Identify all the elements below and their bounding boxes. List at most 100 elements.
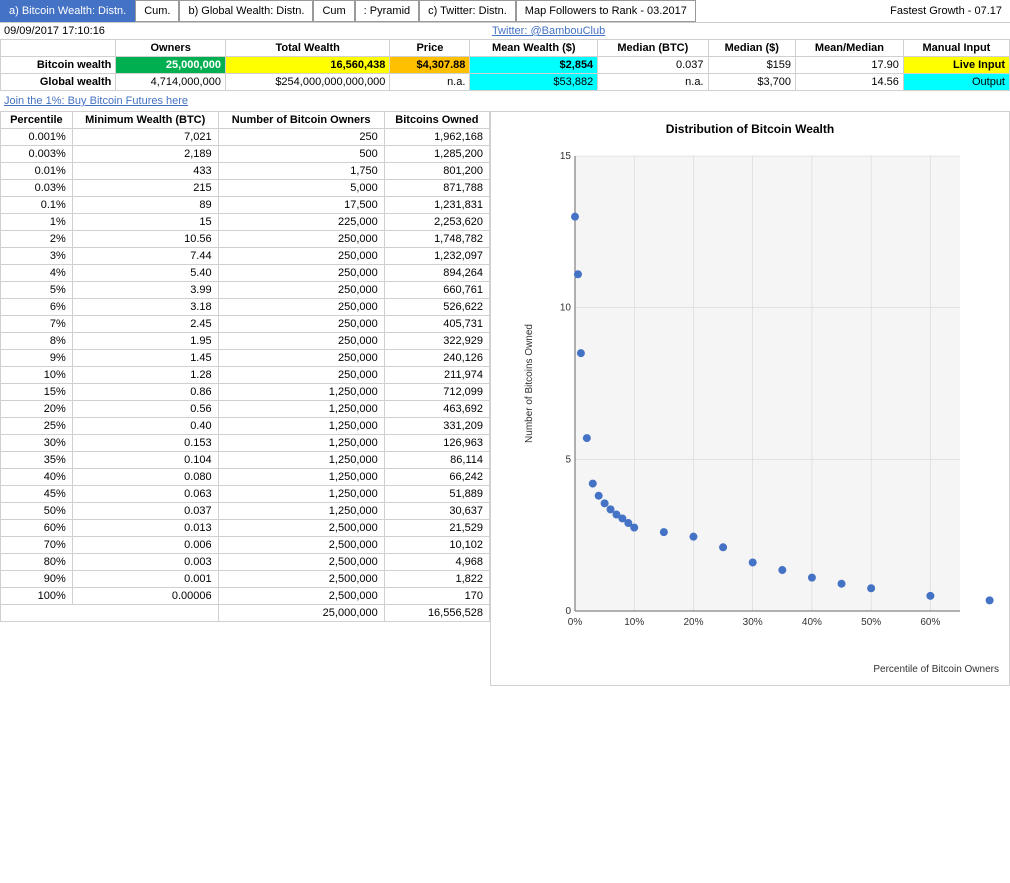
table-row: 6%3.18250,000526,622	[1, 299, 490, 316]
svg-text:15: 15	[560, 151, 572, 162]
chart-data-point	[749, 558, 757, 566]
tab-map[interactable]: Map Followers to Rank - 03.2017	[516, 0, 696, 22]
chart-title: Distribution of Bitcoin Wealth	[501, 122, 999, 136]
data-table: Percentile Minimum Wealth (BTC) Number o…	[0, 111, 490, 622]
chart-wrapper: Distribution of Bitcoin Wealth 0 5 10 15 0% 1…	[490, 111, 1010, 686]
table-row: 2%10.56250,0001,748,782	[1, 231, 490, 248]
tab-cum2[interactable]: Cum	[313, 0, 354, 22]
header-owners: Owners	[116, 40, 226, 57]
svg-text:Number of Bitcoins Owned: Number of Bitcoins Owned	[524, 324, 535, 443]
chart-data-point	[577, 349, 585, 357]
table-row: 30%0.1531,250,000126,963	[1, 435, 490, 452]
chart-data-point	[719, 543, 727, 551]
svg-text:60%: 60%	[920, 617, 940, 628]
table-row: 10%1.28250,000211,974	[1, 367, 490, 384]
table-row: 20%0.561,250,000463,692	[1, 401, 490, 418]
header-mean-median: Mean/Median	[796, 40, 904, 57]
svg-text:20%: 20%	[683, 617, 703, 628]
join-link[interactable]: Join the 1%: Buy Bitcoin Futures here	[0, 91, 1010, 111]
tab-cum[interactable]: Cum.	[135, 0, 179, 22]
bitcoin-mean-median: 17.90	[796, 57, 904, 74]
svg-text:5: 5	[565, 454, 571, 465]
data-section: Percentile Minimum Wealth (BTC) Number o…	[0, 111, 1010, 686]
tab-a[interactable]: a) Bitcoin Wealth: Distn.	[0, 0, 135, 22]
svg-text:10%: 10%	[624, 617, 644, 628]
distribution-chart: 0 5 10 15 0% 10% 20% 30% 40% 50% 60% Number of Bitc…	[501, 141, 999, 661]
chart-data-point	[689, 533, 697, 541]
bitcoin-live-input[interactable]: Live Input	[903, 57, 1009, 74]
table-row: 45%0.0631,250,00051,889	[1, 486, 490, 503]
global-median-btc: n.a.	[598, 74, 708, 91]
table-row: 80%0.0032,500,0004,968	[1, 554, 490, 571]
chart-data-point	[838, 580, 846, 588]
chart-data-point	[867, 584, 875, 592]
table-row: 4%5.40250,000894,264	[1, 265, 490, 282]
col-percentile: Percentile	[1, 112, 73, 129]
table-row: 0.01%4331,750801,200	[1, 163, 490, 180]
total-btc: 16,556,528	[384, 605, 489, 622]
global-price: n.a.	[390, 74, 470, 91]
chart-data-point	[986, 596, 994, 604]
chart-data-point	[589, 480, 597, 488]
subbar: 09/09/2017 17:10:16 Twitter: @BambouClub	[0, 23, 1010, 39]
chart-data-point	[583, 434, 591, 442]
chart-data-point	[660, 528, 668, 536]
table-row: 1%15225,0002,253,620	[1, 214, 490, 231]
chart-data-point	[778, 566, 786, 574]
global-total-wealth: $254,000,000,000,000	[225, 74, 389, 91]
global-mean-wealth: $53,882	[470, 74, 598, 91]
table-row: 7%2.45250,000405,731	[1, 316, 490, 333]
summary-table: Owners Total Wealth Price Mean Wealth ($…	[0, 39, 1010, 91]
bitcoin-price: $4,307.88	[390, 57, 470, 74]
twitter-link[interactable]: Twitter: @BambouClub	[492, 25, 605, 37]
table-row: 90%0.0012,500,0001,822	[1, 571, 490, 588]
table-row: 3%7.44250,0001,232,097	[1, 248, 490, 265]
tab-b[interactable]: b) Global Wealth: Distn.	[179, 0, 313, 22]
header-median-usd: Median ($)	[708, 40, 796, 57]
global-row-label: Global wealth	[1, 74, 116, 91]
table-row: 5%3.99250,000660,761	[1, 282, 490, 299]
svg-text:10: 10	[560, 303, 572, 314]
svg-text:30%: 30%	[743, 617, 763, 628]
bitcoin-owners: 25,000,000	[116, 57, 226, 74]
svg-text:0: 0	[565, 606, 571, 617]
bitcoin-total-wealth: 16,560,438	[225, 57, 389, 74]
header-mean-wealth: Mean Wealth ($)	[470, 40, 598, 57]
total-owners: 25,000,000	[218, 605, 384, 622]
chart-data-point	[808, 574, 816, 582]
table-row: 0.001%7,0212501,962,168	[1, 129, 490, 146]
svg-text:40%: 40%	[802, 617, 822, 628]
table-row: 0.003%2,1895001,285,200	[1, 146, 490, 163]
chart-data-point	[595, 492, 603, 500]
datetime: 09/09/2017 17:10:16	[4, 25, 105, 37]
bitcoin-row-label: Bitcoin wealth	[1, 57, 116, 74]
table-row: 35%0.1041,250,00086,114	[1, 452, 490, 469]
chart-data-point	[926, 592, 934, 600]
table-row: 25%0.401,250,000331,209	[1, 418, 490, 435]
tab-c[interactable]: c) Twitter: Distn.	[419, 0, 516, 22]
chart-data-point	[574, 270, 582, 278]
table-row: 40%0.0801,250,00066,242	[1, 469, 490, 486]
global-owners: 4,714,000,000	[116, 74, 226, 91]
table-row: 8%1.95250,000322,929	[1, 333, 490, 350]
global-median-usd: $3,700	[708, 74, 796, 91]
svg-text:0%: 0%	[568, 617, 583, 628]
col-min-wealth: Minimum Wealth (BTC)	[72, 112, 218, 129]
top-bar: a) Bitcoin Wealth: Distn. Cum. b) Global…	[0, 0, 1010, 23]
col-btc-owned: Bitcoins Owned	[384, 112, 489, 129]
header-manual-input: Manual Input	[903, 40, 1009, 57]
header-total-wealth: Total Wealth	[225, 40, 389, 57]
table-row: 70%0.0062,500,00010,102	[1, 537, 490, 554]
table-row: 50%0.0371,250,00030,637	[1, 503, 490, 520]
chart-data-point	[630, 524, 638, 532]
left-table-wrapper: Percentile Minimum Wealth (BTC) Number o…	[0, 111, 490, 686]
chart-x-label: Percentile of Bitcoin Owners	[501, 664, 999, 675]
table-row: 0.1%8917,5001,231,831	[1, 197, 490, 214]
svg-text:50%: 50%	[861, 617, 881, 628]
table-row: 9%1.45250,000240,126	[1, 350, 490, 367]
tab-fastest: Fastest Growth - 07.17	[882, 1, 1010, 21]
global-output: Output	[903, 74, 1009, 91]
table-row: 100%0.000062,500,000170	[1, 588, 490, 605]
header-median-btc: Median (BTC)	[598, 40, 708, 57]
tab-pyramid[interactable]: : Pyramid	[355, 0, 419, 22]
